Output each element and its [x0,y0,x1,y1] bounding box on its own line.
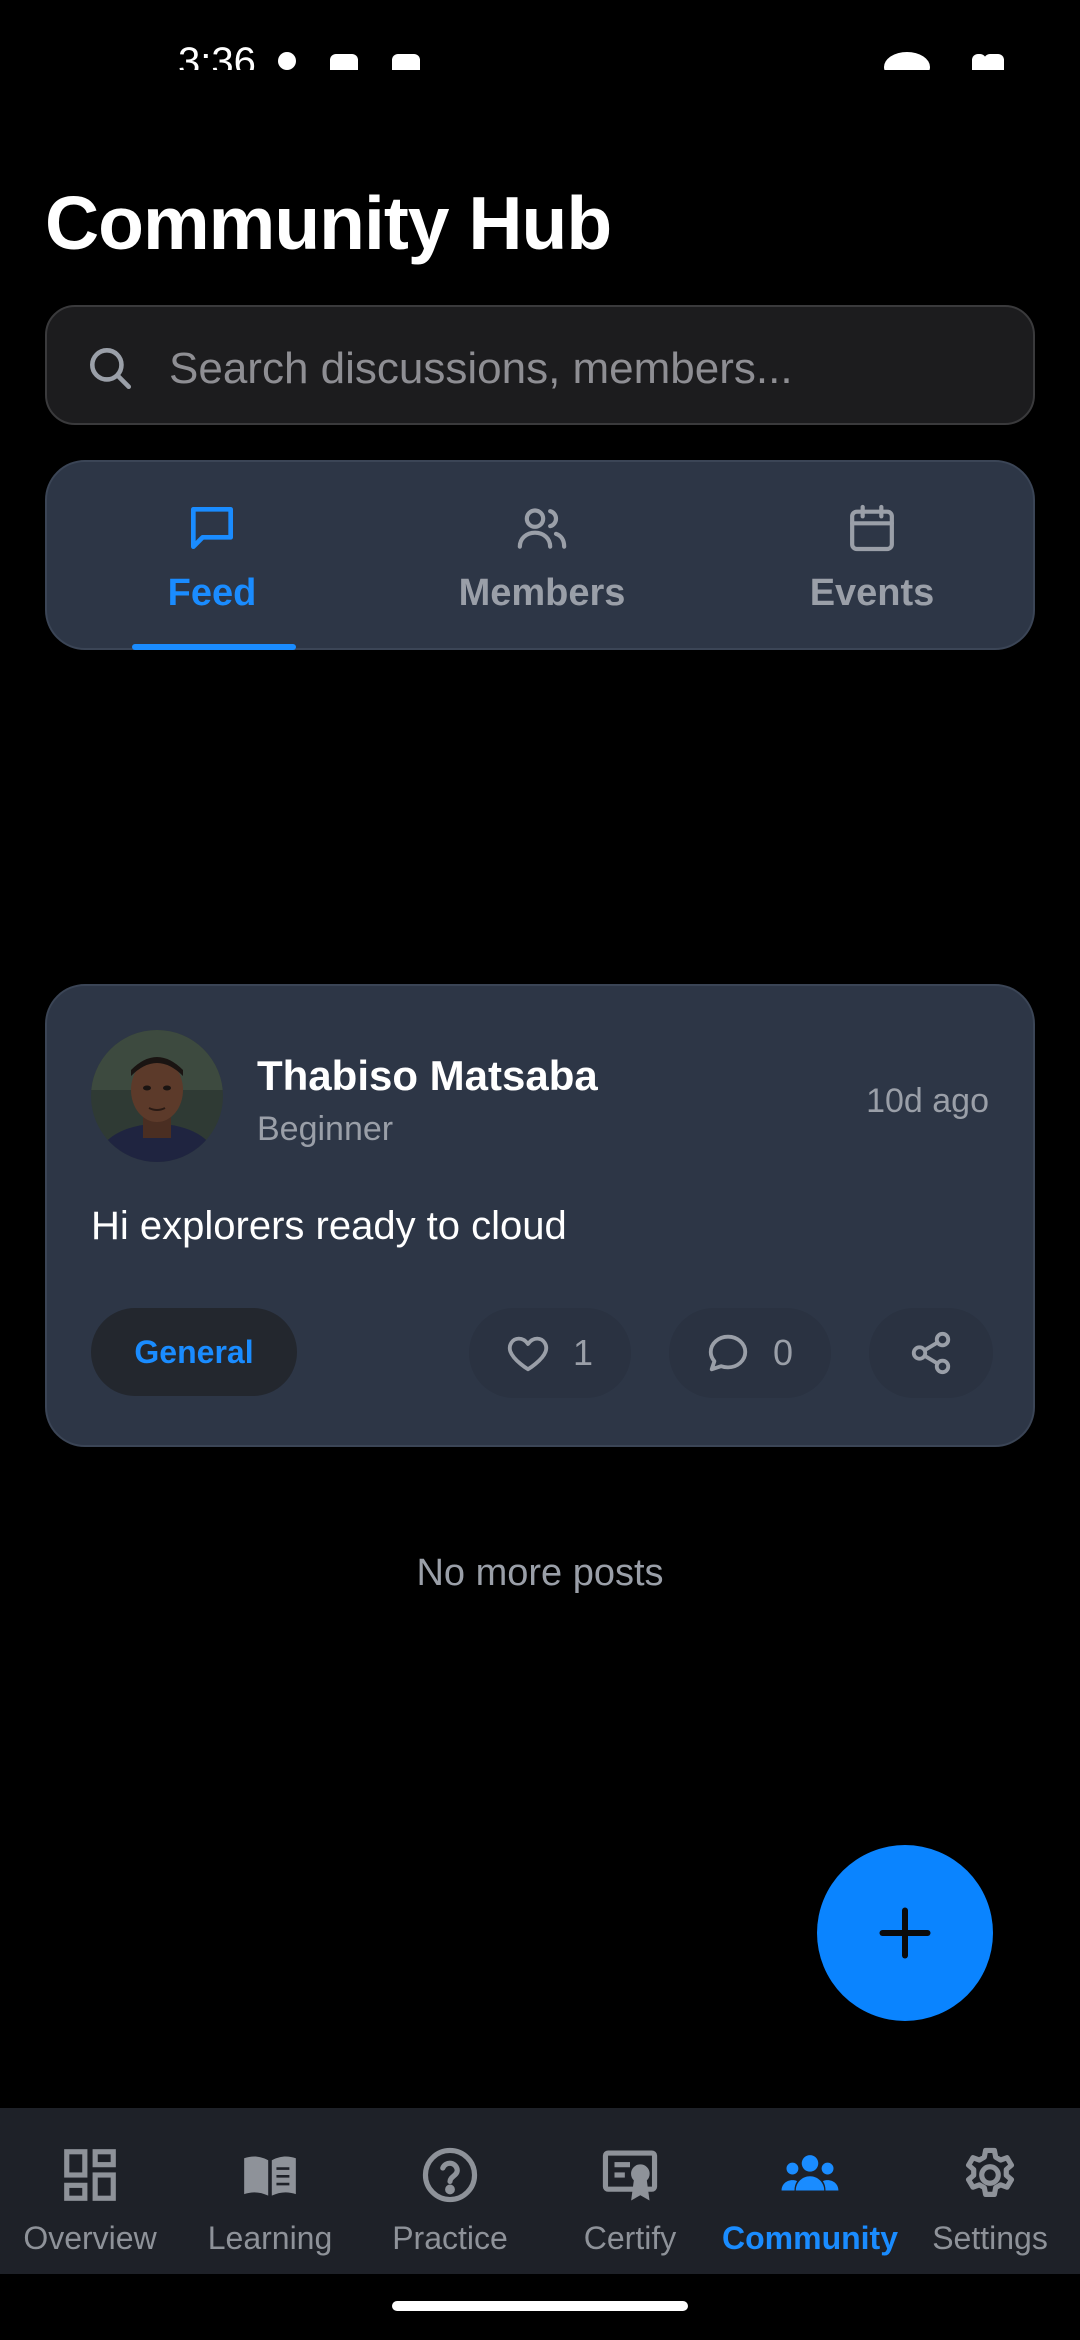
comment-button[interactable]: 0 [669,1308,831,1398]
comment-count: 0 [773,1332,794,1373]
certificate-icon [602,2150,658,2201]
nav-settings[interactable]: Settings [900,2108,1080,2274]
nav-certify[interactable]: Certify [540,2108,720,2274]
nav-settings-label: Settings [932,2220,1048,2256]
bottom-navigation: Overview Learning Practice Certify Commu… [0,2108,1080,2274]
nav-community-label: Community [722,2220,898,2256]
tab-feed-label: Feed [167,572,257,614]
tab-feed[interactable]: Feed [47,462,377,652]
create-post-button[interactable] [817,1845,993,2021]
avatar-photo [91,1030,223,1162]
nav-certify-label: Certify [583,2220,677,2256]
post-timestamp: 10d ago [866,1082,989,1120]
search-input[interactable]: Search discussions, members... [45,305,1035,425]
nav-practice-label: Practice [392,2220,508,2256]
feed-tab-bar: Feed Members Events [45,460,1035,650]
post-tag-label: General [134,1334,254,1370]
nav-practice[interactable]: Practice [360,2108,540,2274]
like-button[interactable]: 1 [469,1308,631,1398]
search-icon [90,348,132,390]
post-card[interactable]: Thabiso Matsaba Beginner 10d ago Hi expl… [45,984,1035,1447]
comment-icon [708,1334,748,1372]
post-tag[interactable]: General [91,1308,297,1396]
tab-members-label: Members [458,572,626,614]
post-body: Hi explorers ready to cloud [91,1204,567,1248]
calendar-icon [850,504,894,552]
active-tab-indicator [132,644,296,650]
community-screen: 3:36 Community Hub Search discussions, m… [0,0,1080,2340]
navigation-status-icon [392,54,420,70]
wifi-icon [884,52,930,70]
message-square-icon [191,507,234,549]
nav-community[interactable]: Community [720,2108,900,2274]
community-icon [781,2155,839,2191]
nav-learning-label: Learning [207,2220,333,2256]
heart-icon [507,1336,549,1372]
end-of-feed-text: No more posts [416,1552,664,1594]
search-placeholder: Search discussions, members... [169,344,793,393]
author-level: Beginner [257,1110,394,1148]
like-count: 1 [573,1332,594,1373]
tab-events[interactable]: Events [707,462,1037,652]
notification-dot-icon [278,52,296,70]
author-name[interactable]: Thabiso Matsaba [257,1052,598,1100]
plus-icon [879,1907,931,1959]
home-indicator[interactable] [392,2301,688,2311]
nav-overview-label: Overview [23,2220,157,2256]
author-avatar[interactable] [91,1030,223,1162]
gear-icon [965,2147,1015,2197]
tab-members[interactable]: Members [377,462,707,652]
users-icon [517,508,567,549]
page-title: Community Hub [45,181,612,265]
battery-icon [984,54,1004,70]
help-circle-icon [422,2147,478,2203]
settings-status-icon [330,54,358,70]
status-bar: 3:36 [0,0,1080,70]
status-time: 3:36 [178,40,256,70]
nav-overview[interactable]: Overview [0,2108,180,2274]
share-icon [911,1331,951,1375]
book-icon [244,2156,296,2196]
share-button[interactable] [869,1308,993,1398]
dashboard-icon [64,2149,116,2201]
tab-events-label: Events [809,572,935,614]
nav-learning[interactable]: Learning [180,2108,360,2274]
